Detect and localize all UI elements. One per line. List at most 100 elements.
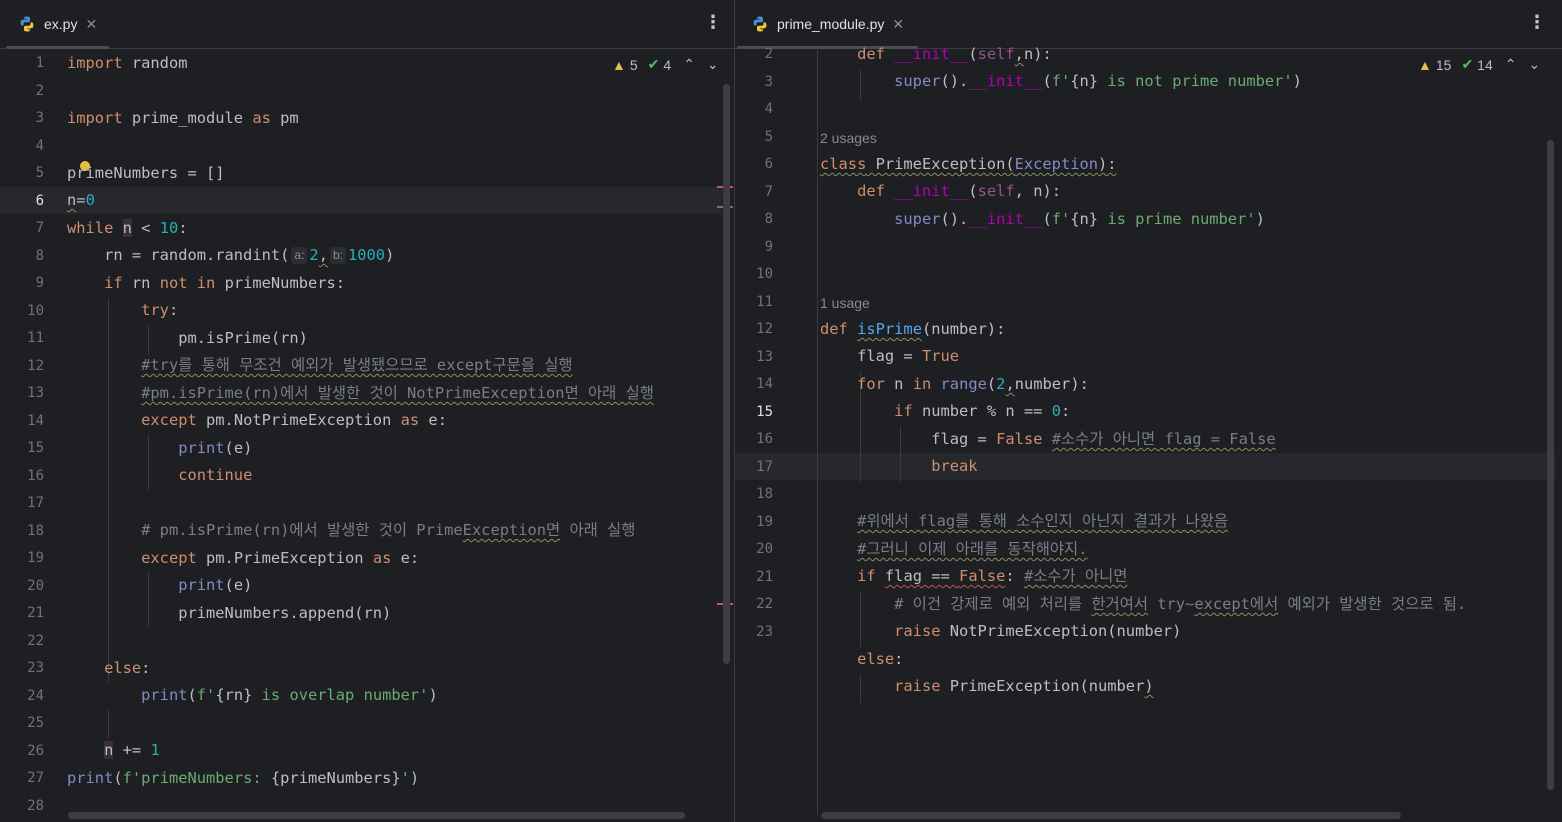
line-number[interactable]: 26 — [27, 738, 44, 765]
code-line: except pm.NotPrimeException as e: — [141, 411, 447, 429]
line-number[interactable]: 11 — [27, 325, 44, 352]
code-line: raise PrimeException(number) — [894, 677, 1154, 695]
line-number[interactable]: 6 — [765, 151, 773, 178]
line-number[interactable]: 8 — [765, 206, 773, 233]
code-line: if rn not in primeNumbers: — [104, 274, 346, 292]
close-icon[interactable]: ✕ — [85, 16, 97, 33]
line-number[interactable]: 21 — [756, 564, 773, 591]
line-number[interactable]: 23 — [756, 619, 773, 646]
line-number[interactable]: 25 — [27, 710, 44, 737]
line-number[interactable]: 2 — [36, 78, 44, 105]
code-line: #그러니 이제 아래를 동작해야지. — [857, 540, 1088, 558]
code-line: def isPrime(number): — [820, 320, 1006, 338]
code-line: raise NotPrimeException(number) — [894, 622, 1182, 640]
line-number[interactable]: 19 — [27, 545, 44, 572]
code-area-left[interactable]: import random import prime_module as pm … — [67, 50, 717, 787]
line-number[interactable]: 6 — [36, 188, 44, 215]
code-line: except pm.PrimeException as e: — [141, 549, 420, 567]
code-line: n += 1 — [104, 741, 160, 759]
line-number[interactable]: 9 — [765, 234, 773, 261]
line-number[interactable]: 18 — [756, 481, 773, 508]
code-line: pm.isPrime(rn) — [67, 329, 308, 347]
code-line: n=0 — [67, 191, 95, 209]
line-number[interactable]: 14 — [756, 371, 773, 398]
code-line: break — [931, 457, 978, 475]
editor-pane-right: prime_module.py ✕ ⋮ ▲ 15 ✔ 14 ⌃ ⌄ 234567… — [735, 0, 1562, 822]
code-line: print(f'{rn} is overlap number') — [141, 686, 438, 704]
line-number[interactable]: 19 — [756, 509, 773, 536]
line-number[interactable]: 10 — [27, 298, 44, 325]
line-number[interactable]: 16 — [27, 463, 44, 490]
code-line: import random — [67, 54, 188, 72]
code-line: continue — [178, 466, 253, 484]
line-number[interactable]: 3 — [765, 69, 773, 96]
code-line: else: — [857, 650, 904, 668]
more-options-icon[interactable]: ⋮ — [704, 12, 722, 33]
line-number[interactable]: 21 — [27, 600, 44, 627]
code-line: print(e) — [178, 576, 253, 594]
indent-guide — [108, 710, 109, 738]
code-line: flag = False #소수가 아니면 flag = False — [820, 430, 1276, 448]
line-number[interactable]: 15 — [27, 435, 44, 462]
line-number[interactable]: 1 — [36, 50, 44, 77]
line-number[interactable]: 4 — [765, 96, 773, 123]
line-number[interactable]: 12 — [27, 353, 44, 380]
code-line: class PrimeException(Exception): — [820, 155, 1117, 173]
code-line: primeNumbers.append(rn) — [67, 604, 392, 622]
code-line: rn = random.randint(a: 2, b: 1000) — [67, 246, 395, 264]
vertical-scrollbar[interactable] — [1547, 140, 1554, 790]
tab-ex-py[interactable]: ex.py ✕ — [6, 0, 110, 49]
code-line: if number % n == 0: — [894, 402, 1071, 420]
horizontal-scrollbar[interactable] — [821, 812, 1401, 819]
line-number[interactable]: 17 — [756, 454, 773, 481]
line-number[interactable]: 4 — [36, 133, 44, 160]
line-number[interactable]: 27 — [27, 765, 44, 792]
code-line: primeNumbers = [] — [67, 164, 225, 182]
line-number[interactable]: 5 — [765, 124, 773, 151]
line-number[interactable]: 17 — [27, 490, 44, 517]
line-number[interactable]: 20 — [27, 573, 44, 600]
code-line: super().__init__(f'{n} is prime number') — [894, 210, 1265, 228]
line-number[interactable]: 2 — [765, 41, 773, 68]
line-number[interactable]: 3 — [36, 105, 44, 132]
code-area-right[interactable]: def __init__(self,n): super().__init__(f… — [820, 41, 1560, 695]
line-number[interactable]: 28 — [27, 793, 44, 820]
line-number[interactable]: 14 — [27, 408, 44, 435]
line-number[interactable]: 22 — [27, 628, 44, 655]
line-number[interactable]: 23 — [27, 655, 44, 682]
code-line: flag = True — [820, 347, 960, 365]
line-number[interactable]: 7 — [765, 179, 773, 206]
code-line: import prime_module as pm — [67, 109, 299, 127]
line-number[interactable]: 5 — [36, 160, 44, 187]
code-line: try: — [141, 301, 179, 319]
line-number[interactable]: 22 — [756, 591, 773, 618]
code-line: else: — [104, 659, 151, 677]
line-number[interactable]: 13 — [27, 380, 44, 407]
line-number[interactable]: 11 — [756, 289, 773, 316]
code-line: print(e) — [178, 439, 253, 457]
line-number[interactable]: 12 — [756, 316, 773, 343]
line-number[interactable]: 13 — [756, 344, 773, 371]
code-line: def __init__(self,n): — [857, 45, 1052, 63]
line-number[interactable]: 15 — [756, 399, 773, 426]
line-number[interactable]: 16 — [756, 426, 773, 453]
editor-pane-left: ex.py ✕ ⋮ ▲ 5 ✔ 4 ⌃ ⌄ 1 2 3 4 5 6 7 8 9 10 11 12 13 1… — [0, 0, 734, 822]
code-line: for n in range(2,number): — [857, 375, 1089, 393]
vertical-scrollbar[interactable] — [723, 84, 730, 664]
line-number[interactable]: 18 — [27, 518, 44, 545]
line-number[interactable]: 8 — [36, 243, 44, 270]
line-number[interactable]: 7 — [36, 215, 44, 242]
gutter-separator — [817, 48, 818, 816]
python-file-icon — [753, 16, 767, 32]
line-number[interactable]: 24 — [27, 683, 44, 710]
horizontal-scrollbar[interactable] — [68, 812, 685, 819]
close-icon[interactable]: ✕ — [892, 16, 904, 33]
code-line: super().__init__(f'{n} is not prime numb… — [894, 72, 1302, 90]
line-number[interactable]: 20 — [756, 536, 773, 563]
tab-label: prime_module.py — [777, 16, 885, 32]
line-number[interactable]: 9 — [36, 270, 44, 297]
code-line: #try를 통해 무조건 예외가 발생됐으므로 except구문을 실행 — [141, 356, 573, 374]
tab-bar-left: ex.py ✕ ⋮ — [0, 0, 734, 49]
more-options-icon[interactable]: ⋮ — [1528, 12, 1546, 33]
line-number[interactable]: 10 — [756, 261, 773, 288]
